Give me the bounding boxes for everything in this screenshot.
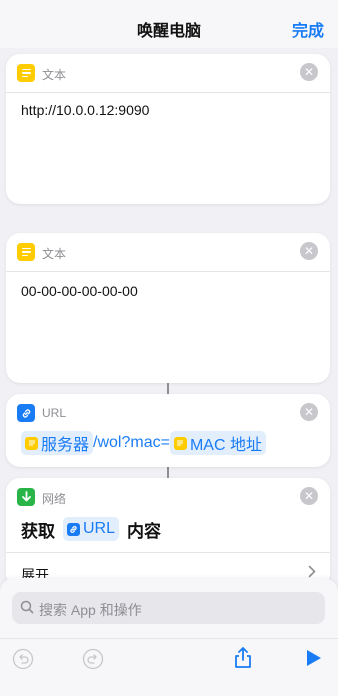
flow-connector [167, 467, 169, 478]
action-label: 网络 [42, 492, 67, 506]
remove-action-button[interactable]: ✕ [300, 63, 318, 81]
text-icon [25, 436, 38, 450]
search-placeholder: 搜索 App 和操作 [39, 602, 142, 618]
divider [0, 638, 338, 639]
card-header: 文本 ✕ [6, 233, 330, 271]
link-icon [67, 522, 80, 536]
redo-icon[interactable] [82, 648, 104, 670]
card-header: 文本 ✕ [6, 54, 330, 92]
done-button[interactable]: 完成 [292, 17, 324, 41]
network-action-card[interactable]: 网络 ✕ 获取 URL 内容 展开 [6, 478, 330, 588]
search-icon [20, 600, 34, 614]
content-label: 内容 [127, 521, 162, 541]
url-path-text: /wol?mac= [93, 434, 170, 451]
search-field[interactable]: 搜索 App 和操作 [12, 592, 325, 624]
get-label: 获取 [21, 521, 55, 541]
text-action-card-1[interactable]: 文本 ✕ http://10.0.0.12:9090 [6, 54, 330, 204]
text-icon [17, 64, 35, 82]
get-contents-row: 获取 URL 内容 [21, 516, 161, 542]
download-icon [17, 488, 35, 506]
mac-variable-token[interactable]: MAC 地址 [169, 431, 266, 455]
page-title: 唤醒电脑 [136, 23, 201, 40]
url-field[interactable]: 服务器 /wol?mac= MAC 地址 [21, 431, 266, 455]
text-field[interactable]: http://10.0.0.12:9090 [21, 102, 149, 118]
token-label: MAC 地址 [189, 437, 262, 454]
remove-action-button[interactable]: ✕ [300, 487, 318, 505]
text-icon [17, 243, 35, 261]
card-header: URL ✕ [6, 394, 330, 432]
remove-action-button[interactable]: ✕ [300, 403, 318, 421]
navigation-bar: 唤醒电脑 完成 [0, 0, 338, 48]
token-label: URL [83, 520, 116, 537]
remove-action-button[interactable]: ✕ [300, 242, 318, 260]
undo-icon[interactable] [12, 648, 34, 670]
play-icon[interactable] [305, 648, 327, 670]
action-label: 文本 [42, 247, 67, 261]
action-label: URL [42, 406, 67, 420]
action-label: 文本 [42, 68, 67, 82]
divider [6, 271, 330, 272]
token-label: 服务器 [41, 437, 90, 454]
flow-connector [167, 383, 169, 394]
url-variable-token[interactable]: URL [63, 517, 120, 541]
bottom-panel: 搜索 App 和操作 [0, 578, 338, 696]
divider [6, 92, 330, 93]
text-action-card-2[interactable]: 文本 ✕ 00-00-00-00-00-00 [6, 233, 330, 383]
server-variable-token[interactable]: 服务器 [21, 431, 94, 455]
link-icon [17, 404, 35, 422]
card-header: 网络 ✕ [6, 478, 330, 516]
text-field[interactable]: 00-00-00-00-00-00 [21, 283, 138, 299]
url-action-card[interactable]: URL ✕ 服务器 /wol?mac= MAC 地址 [6, 394, 330, 467]
share-icon[interactable] [232, 646, 254, 668]
text-icon [173, 436, 187, 450]
